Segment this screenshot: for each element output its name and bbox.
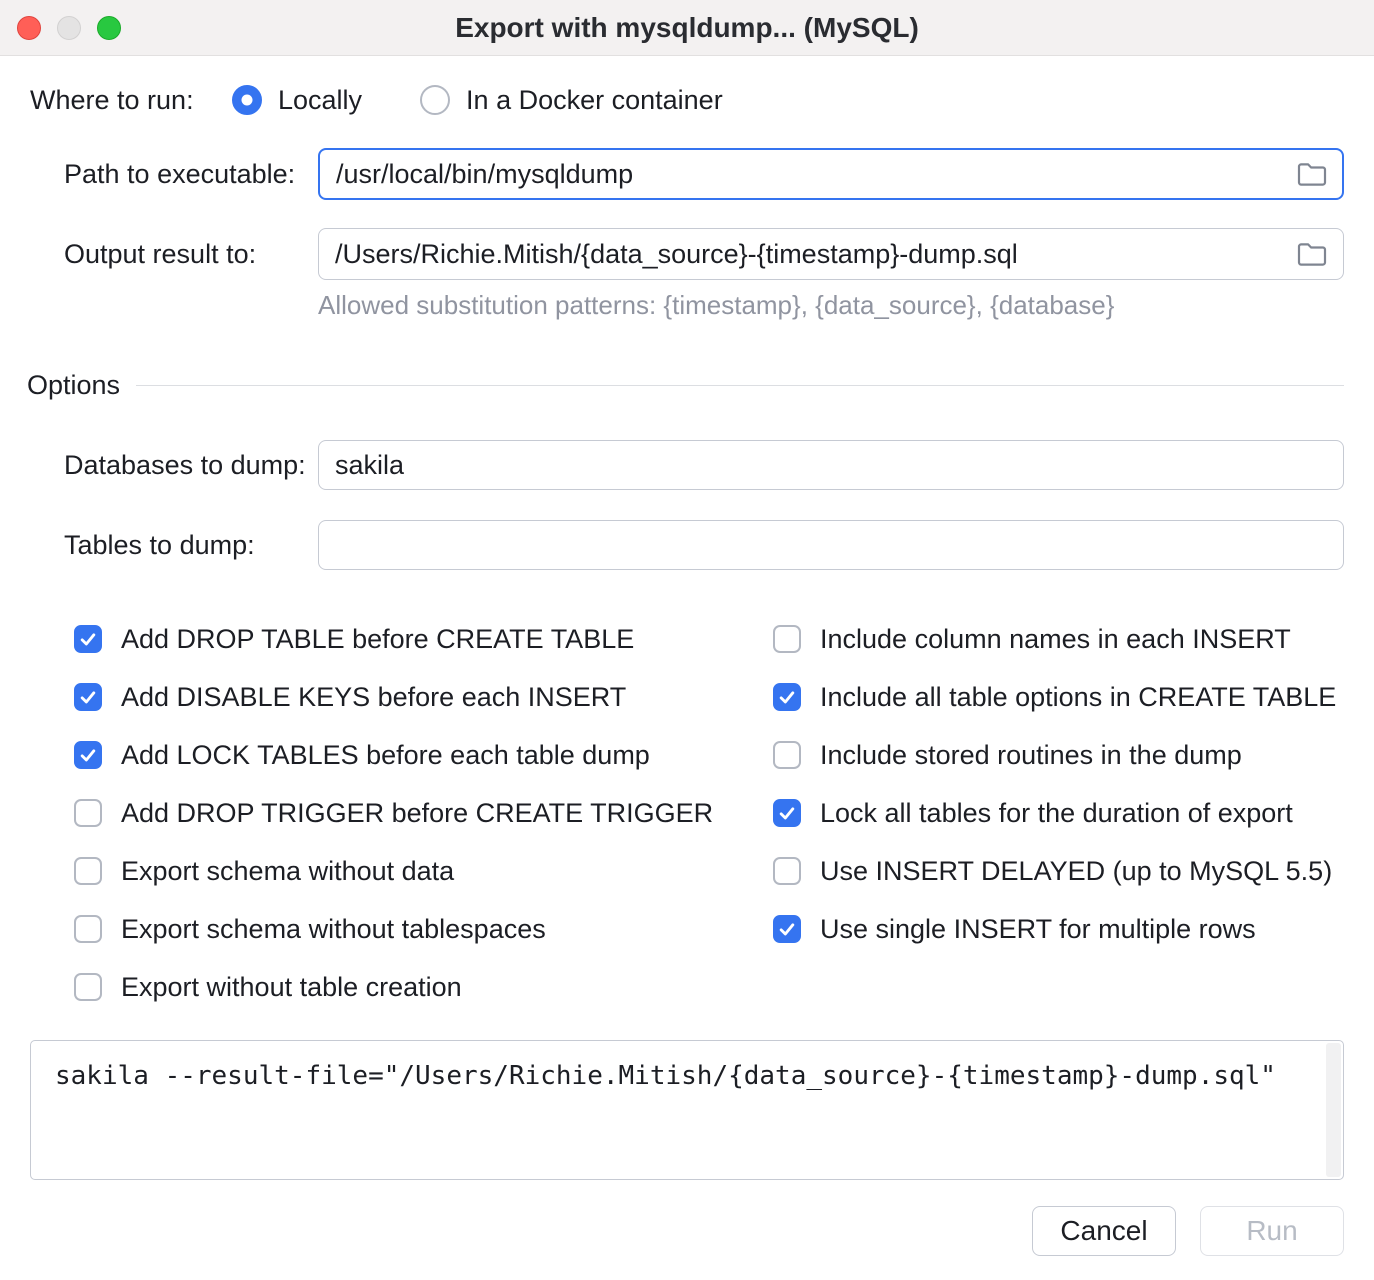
output-result-row: Output result to: xyxy=(30,228,1344,280)
output-result-label: Output result to: xyxy=(30,239,318,270)
path-to-executable-label: Path to executable: xyxy=(30,159,318,190)
radio-locally[interactable]: Locally xyxy=(232,85,362,116)
cancel-button[interactable]: Cancel xyxy=(1032,1206,1176,1256)
checkbox-box[interactable] xyxy=(74,741,102,769)
output-result-input[interactable] xyxy=(318,228,1344,280)
checkbox-add-drop-trigger[interactable]: Add DROP TRIGGER before CREATE TRIGGER xyxy=(74,784,773,842)
checkbox-box[interactable] xyxy=(74,915,102,943)
dialog-footer: Cancel Run xyxy=(30,1206,1344,1256)
tables-to-dump-row: Tables to dump: xyxy=(30,520,1344,570)
checkbox-box[interactable] xyxy=(74,973,102,1001)
options-section-label: Options xyxy=(27,370,120,401)
path-to-executable-input[interactable] xyxy=(318,148,1344,200)
databases-to-dump-label: Databases to dump: xyxy=(30,450,318,481)
checkbox-export-schema-without-data[interactable]: Export schema without data xyxy=(74,842,773,900)
checkbox-label: Include stored routines in the dump xyxy=(820,740,1242,771)
where-to-run-label: Where to run: xyxy=(30,85,232,116)
checkbox-box[interactable] xyxy=(74,799,102,827)
where-to-run-row: Where to run: Locally In a Docker contai… xyxy=(30,76,1344,124)
checkbox-label: Export schema without data xyxy=(121,856,454,887)
radio-locally-icon[interactable] xyxy=(232,85,262,115)
checkbox-box[interactable] xyxy=(773,799,801,827)
command-preview: sakila --result-file="/Users/Richie.Miti… xyxy=(30,1040,1344,1180)
checkbox-label: Use INSERT DELAYED (up to MySQL 5.5) xyxy=(820,856,1332,887)
substitution-hint: Allowed substitution patterns: {timestam… xyxy=(318,290,1344,320)
title-bar: Export with mysqldump... (MySQL) xyxy=(0,0,1374,56)
checkbox-box[interactable] xyxy=(74,857,102,885)
checkbox-label: Export without table creation xyxy=(121,972,462,1003)
tables-to-dump-input[interactable] xyxy=(318,520,1344,570)
radio-locally-label: Locally xyxy=(278,85,362,116)
checkbox-label: Add LOCK TABLES before each table dump xyxy=(121,740,650,771)
checkbox-box[interactable] xyxy=(74,683,102,711)
checkbox-add-disable-keys[interactable]: Add DISABLE KEYS before each INSERT xyxy=(74,668,773,726)
databases-to-dump-row: Databases to dump: xyxy=(30,440,1344,490)
browse-executable-folder-icon[interactable] xyxy=(1296,159,1328,189)
checkbox-label: Include column names in each INSERT xyxy=(820,624,1291,655)
checkbox-include-table-options[interactable]: Include all table options in CREATE TABL… xyxy=(773,668,1344,726)
checkbox-label: Use single INSERT for multiple rows xyxy=(820,914,1256,945)
options-section-header: Options xyxy=(27,370,1344,400)
scrollbar[interactable] xyxy=(1326,1043,1341,1177)
checkbox-label: Add DROP TRIGGER before CREATE TRIGGER xyxy=(121,798,713,829)
close-button[interactable] xyxy=(17,16,41,40)
tables-to-dump-label: Tables to dump: xyxy=(30,530,318,561)
checkbox-box[interactable] xyxy=(773,915,801,943)
checkbox-box[interactable] xyxy=(773,625,801,653)
radio-docker-label: In a Docker container xyxy=(466,85,723,116)
run-button[interactable]: Run xyxy=(1200,1206,1344,1256)
options-divider xyxy=(136,385,1344,386)
checkbox-box[interactable] xyxy=(74,625,102,653)
minimize-button[interactable] xyxy=(57,16,81,40)
checkbox-column-right: Include column names in each INSERT Incl… xyxy=(773,610,1344,1016)
checkbox-label: Include all table options in CREATE TABL… xyxy=(820,682,1336,713)
checkbox-lock-all-tables[interactable]: Lock all tables for the duration of expo… xyxy=(773,784,1344,842)
checkbox-add-drop-table[interactable]: Add DROP TABLE before CREATE TABLE xyxy=(74,610,773,668)
export-dialog: Export with mysqldump... (MySQL) Where t… xyxy=(0,0,1374,1280)
options-checkbox-grid: Add DROP TABLE before CREATE TABLE Add D… xyxy=(30,610,1344,1016)
checkbox-add-lock-tables[interactable]: Add LOCK TABLES before each table dump xyxy=(74,726,773,784)
checkbox-include-stored-routines[interactable]: Include stored routines in the dump xyxy=(773,726,1344,784)
browse-output-folder-icon[interactable] xyxy=(1296,239,1328,269)
checkbox-use-insert-delayed[interactable]: Use INSERT DELAYED (up to MySQL 5.5) xyxy=(773,842,1344,900)
radio-docker-icon[interactable] xyxy=(420,85,450,115)
checkbox-export-without-table-creation[interactable]: Export without table creation xyxy=(74,958,773,1016)
checkbox-label: Add DROP TABLE before CREATE TABLE xyxy=(121,624,634,655)
checkbox-use-single-insert[interactable]: Use single INSERT for multiple rows xyxy=(773,900,1344,958)
checkbox-box[interactable] xyxy=(773,683,801,711)
databases-to-dump-input[interactable] xyxy=(318,440,1344,490)
radio-docker[interactable]: In a Docker container xyxy=(420,85,723,116)
checkbox-label: Add DISABLE KEYS before each INSERT xyxy=(121,682,626,713)
checkbox-label: Lock all tables for the duration of expo… xyxy=(820,798,1293,829)
checkbox-box[interactable] xyxy=(773,857,801,885)
checkbox-include-column-names[interactable]: Include column names in each INSERT xyxy=(773,610,1344,668)
checkbox-label: Export schema without tablespaces xyxy=(121,914,546,945)
checkbox-box[interactable] xyxy=(773,741,801,769)
zoom-button[interactable] xyxy=(97,16,121,40)
window-controls xyxy=(17,0,121,56)
path-to-executable-row: Path to executable: xyxy=(30,148,1344,200)
where-to-run-options: Locally In a Docker container xyxy=(232,85,723,116)
checkbox-export-schema-without-tablespaces[interactable]: Export schema without tablespaces xyxy=(74,900,773,958)
window-title: Export with mysqldump... (MySQL) xyxy=(0,12,1374,44)
checkbox-column-left: Add DROP TABLE before CREATE TABLE Add D… xyxy=(30,610,773,1016)
command-preview-text: sakila --result-file="/Users/Richie.Miti… xyxy=(31,1041,1343,1091)
